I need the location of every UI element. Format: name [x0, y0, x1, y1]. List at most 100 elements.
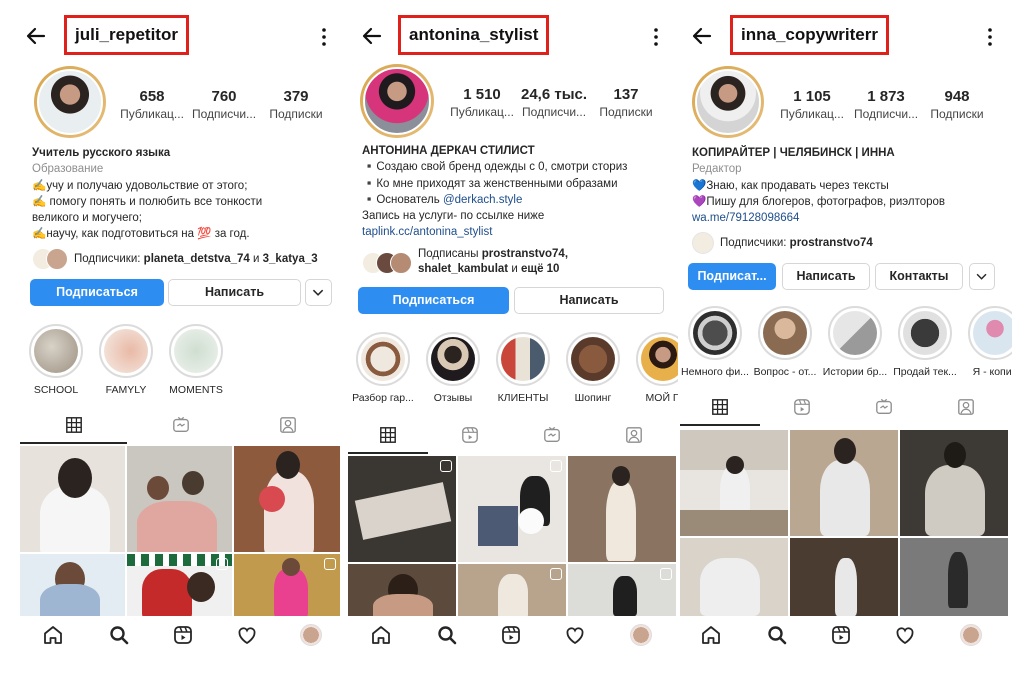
message-button[interactable]: Написать — [782, 263, 870, 290]
tab-grid[interactable] — [680, 390, 760, 424]
reels-nav-icon[interactable] — [830, 624, 852, 646]
search-icon[interactable] — [436, 624, 458, 646]
followed-by[interactable]: Подписаны prostranstvo74, shalet_kambula… — [418, 247, 674, 277]
home-icon[interactable] — [700, 624, 722, 646]
heart-icon[interactable] — [894, 624, 916, 646]
profile-avatar-icon[interactable] — [960, 624, 982, 646]
reels-nav-icon[interactable] — [172, 624, 194, 646]
post-thumbnail[interactable] — [127, 446, 232, 552]
stat-posts[interactable]: 658 Публикац... — [116, 88, 188, 122]
highlight[interactable]: FAMYLY — [96, 324, 156, 396]
highlight[interactable]: Немного фи... — [680, 306, 750, 378]
highlight[interactable]: КЛИЕНТЫ — [490, 332, 556, 404]
more-vertical-icon[interactable] — [314, 26, 334, 48]
more-vertical-icon[interactable] — [646, 26, 666, 48]
stat-following[interactable]: 137 Подписки — [590, 86, 662, 120]
tab-grid[interactable] — [348, 418, 428, 452]
post-thumbnail[interactable] — [348, 564, 456, 616]
search-icon[interactable] — [108, 624, 130, 646]
message-button[interactable]: Написать — [514, 287, 664, 314]
tab-igtv[interactable] — [844, 390, 924, 424]
heart-icon[interactable] — [236, 624, 258, 646]
post-thumbnail[interactable] — [20, 446, 125, 552]
follow-button[interactable]: Подписаться — [358, 287, 509, 314]
tab-tagged[interactable] — [234, 408, 341, 442]
reels-nav-icon[interactable] — [500, 624, 522, 646]
website-link[interactable]: taplink.cc/antonina_stylist — [362, 224, 674, 240]
highlight[interactable]: Шопинг — [560, 332, 626, 404]
highlight[interactable]: Продай тек... — [890, 306, 960, 378]
post-thumbnail[interactable] — [680, 538, 788, 616]
tab-reels[interactable] — [762, 390, 842, 424]
suggest-dropdown[interactable] — [969, 263, 995, 290]
tab-grid[interactable] — [20, 408, 127, 442]
stat-value: 379 — [283, 88, 309, 105]
highlight[interactable]: Истории бр... — [820, 306, 890, 378]
post-thumbnail[interactable] — [20, 554, 125, 618]
avatar[interactable] — [692, 66, 764, 138]
post-thumbnail[interactable] — [680, 430, 788, 536]
profile-avatar-icon[interactable] — [300, 624, 322, 646]
highlight[interactable]: SCHOOL — [26, 324, 86, 396]
followed-by[interactable]: Подписчики: planeta_detstva_74 и 3_katya… — [74, 251, 344, 267]
follow-button[interactable]: Подписат... — [688, 263, 776, 290]
highlight[interactable]: Я - копир — [960, 306, 1012, 378]
post-thumbnail[interactable] — [458, 564, 566, 616]
stat-following[interactable]: 948 Подписки — [921, 88, 993, 122]
tab-tagged[interactable] — [594, 418, 674, 452]
tagged-icon — [958, 399, 974, 415]
follow-button[interactable]: Подписаться — [30, 279, 164, 306]
post-thumbnail[interactable] — [234, 446, 340, 552]
chevron-down-icon — [312, 289, 324, 296]
tab-igtv[interactable] — [512, 418, 592, 452]
tab-tagged[interactable] — [926, 390, 1006, 424]
message-button[interactable]: Написать — [168, 279, 301, 306]
home-icon[interactable] — [42, 624, 64, 646]
avatar[interactable] — [34, 66, 106, 138]
highlight[interactable]: MOMENTS — [166, 324, 226, 396]
reel-badge-icon — [216, 558, 228, 570]
post-thumbnail[interactable] — [234, 554, 340, 618]
profile-avatar-icon[interactable] — [630, 624, 652, 646]
stat-following[interactable]: 379 Подписки — [260, 88, 332, 122]
post-thumbnail[interactable] — [790, 430, 898, 536]
stat-value: 1 105 — [793, 88, 831, 105]
back-arrow-icon[interactable] — [690, 24, 714, 48]
highlight[interactable]: МОЙ П — [630, 332, 678, 404]
post-grid — [680, 430, 1012, 616]
stat-followers[interactable]: 760 Подписчи... — [188, 88, 260, 122]
stat-posts[interactable]: 1 105 Публикац... — [776, 88, 848, 122]
profile-panel-inna: inna_copywriterr 1 105 Публикац... 1 873… — [678, 0, 1012, 681]
highlight[interactable]: Отзывы — [420, 332, 486, 404]
bottom-nav — [12, 616, 346, 656]
post-thumbnail[interactable] — [568, 564, 676, 616]
back-arrow-icon[interactable] — [24, 24, 48, 48]
search-icon[interactable] — [766, 624, 788, 646]
back-arrow-icon[interactable] — [360, 24, 384, 48]
more-vertical-icon[interactable] — [980, 26, 1000, 48]
highlight[interactable]: Разбор гар... — [350, 332, 416, 404]
tab-reels[interactable] — [127, 408, 234, 442]
post-thumbnail[interactable] — [790, 538, 898, 616]
stat-posts[interactable]: 1 510 Публикац... — [446, 86, 518, 120]
post-thumbnail[interactable] — [568, 456, 676, 562]
highlight-label: Вопрос - от... — [753, 366, 817, 378]
website-link[interactable]: wa.me/79128098664 — [692, 210, 1008, 226]
stat-label: Подписчи... — [521, 105, 587, 119]
post-thumbnail[interactable] — [900, 538, 1008, 616]
contacts-button[interactable]: Контакты — [875, 263, 963, 290]
post-thumbnail[interactable] — [127, 554, 232, 618]
suggest-dropdown[interactable] — [305, 279, 332, 306]
stat-followers[interactable]: 24,6 тыс. Подписчи... — [518, 86, 590, 120]
post-thumbnail[interactable] — [348, 456, 456, 562]
home-icon[interactable] — [370, 624, 392, 646]
avatar[interactable] — [360, 64, 434, 138]
stat-followers[interactable]: 1 873 Подписчи... — [850, 88, 922, 122]
tab-reels[interactable] — [430, 418, 510, 452]
post-thumbnail[interactable] — [900, 430, 1008, 536]
highlight[interactable]: Вопрос - от... — [750, 306, 820, 378]
heart-icon[interactable] — [564, 624, 586, 646]
mention-link[interactable]: @derkach.style — [443, 194, 522, 206]
post-thumbnail[interactable] — [458, 456, 566, 562]
followed-by[interactable]: Подписчики: prostranstvo74 — [720, 235, 1000, 251]
